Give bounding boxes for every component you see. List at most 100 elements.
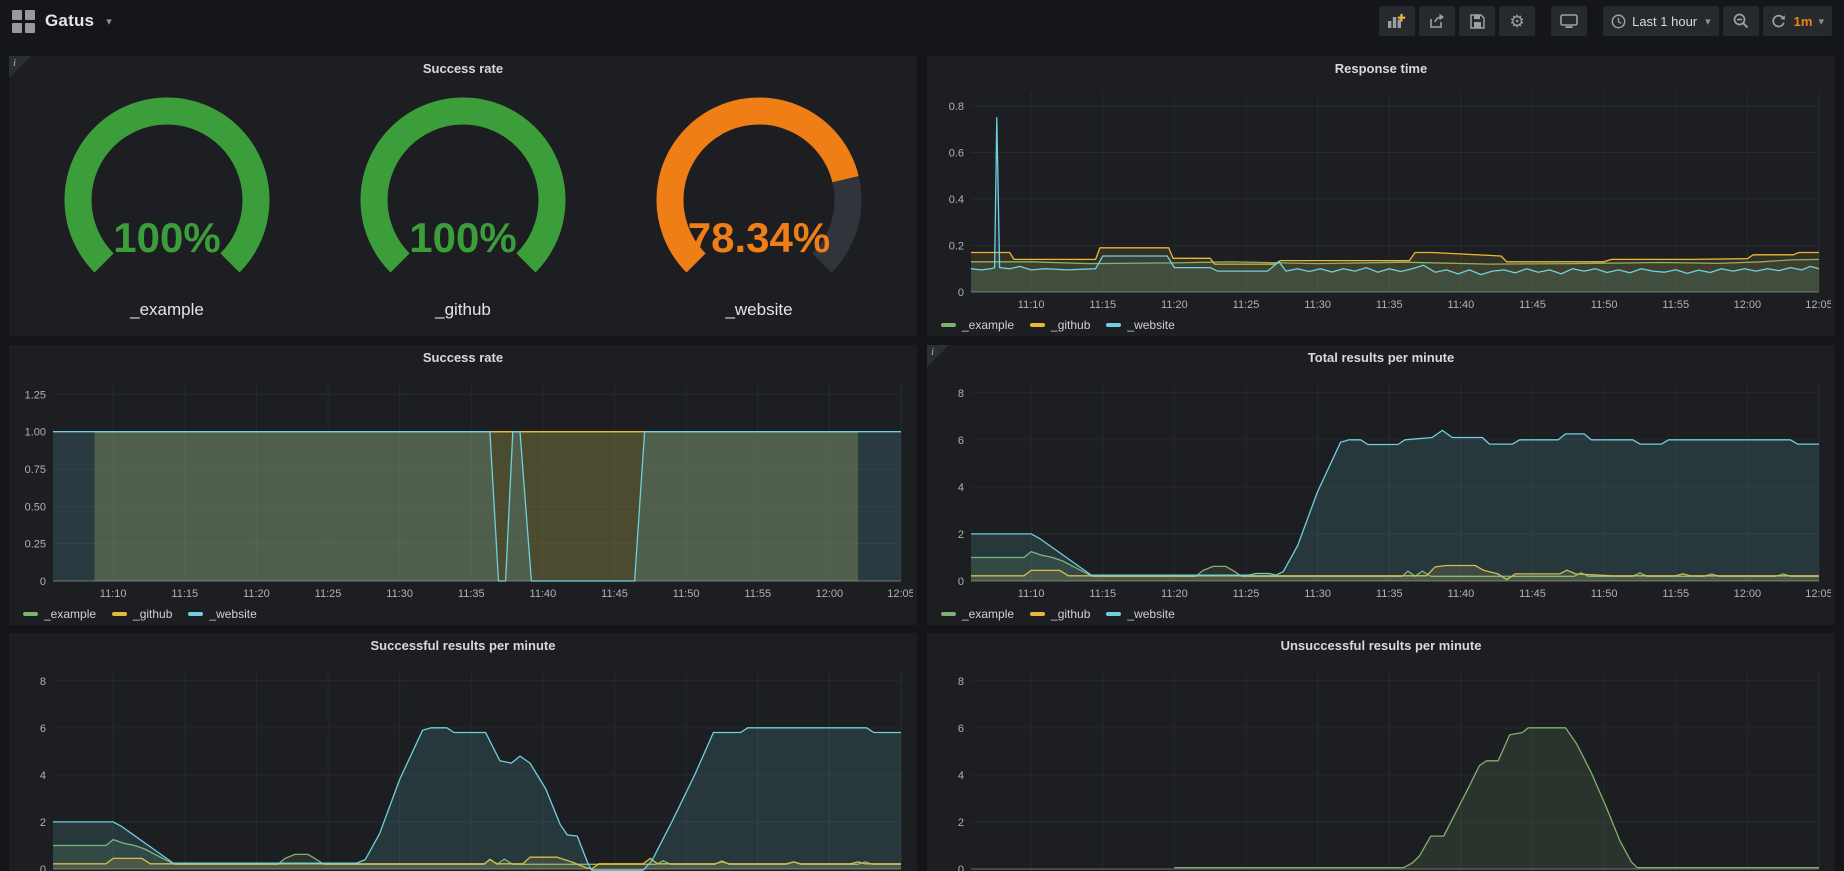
settings-button[interactable]: ⚙ bbox=[1499, 6, 1535, 36]
panel-info-icon[interactable]: i bbox=[927, 345, 949, 367]
panel-title[interactable]: Success rate bbox=[9, 345, 917, 371]
panel-title[interactable]: Response time bbox=[927, 56, 1835, 82]
svg-text:8: 8 bbox=[958, 388, 964, 400]
svg-text:100%: 100% bbox=[113, 214, 220, 261]
svg-text:4: 4 bbox=[958, 770, 964, 782]
add-panel-button[interactable] bbox=[1379, 6, 1415, 36]
zoom-out-icon bbox=[1733, 13, 1749, 29]
refresh-interval-label: 1m bbox=[1794, 14, 1813, 29]
save-button[interactable] bbox=[1459, 6, 1495, 36]
total-results-chart[interactable]: 11:1011:1511:2011:2511:3011:3511:4011:45… bbox=[931, 371, 1831, 603]
gauge-arc: 78.34% bbox=[633, 92, 885, 298]
svg-text:6: 6 bbox=[40, 723, 46, 735]
svg-text:0.2: 0.2 bbox=[949, 240, 964, 252]
panel-unsuccessful-results: Unsuccessful results per minute 11:1011:… bbox=[927, 633, 1835, 871]
svg-text:11:10: 11:10 bbox=[1018, 299, 1045, 311]
svg-text:8: 8 bbox=[40, 676, 46, 688]
save-icon bbox=[1470, 14, 1485, 29]
legend-label: _example bbox=[962, 607, 1014, 621]
legend-item-example[interactable]: _example bbox=[941, 607, 1014, 621]
response-time-chart[interactable]: 11:1011:1511:2011:2511:3011:3511:4011:45… bbox=[931, 82, 1831, 314]
svg-text:0: 0 bbox=[958, 287, 964, 299]
legend-item-github[interactable]: _github bbox=[1030, 607, 1090, 621]
legend-swatch bbox=[188, 612, 203, 616]
legend-item-example[interactable]: _example bbox=[941, 318, 1014, 332]
svg-text:11:15: 11:15 bbox=[171, 588, 198, 600]
success-rate-chart[interactable]: 11:1011:1511:2011:2511:3011:3511:4011:45… bbox=[13, 371, 913, 603]
time-range-picker[interactable]: Last 1 hour ▾ bbox=[1603, 6, 1719, 36]
svg-text:1.25: 1.25 bbox=[25, 389, 46, 401]
svg-text:2: 2 bbox=[958, 817, 964, 829]
svg-text:11:10: 11:10 bbox=[1018, 588, 1045, 600]
chart-area[interactable]: 11:1011:1511:2011:2511:3011:3511:4011:45… bbox=[927, 82, 1835, 314]
refresh-picker[interactable]: 1m ▾ bbox=[1763, 6, 1832, 36]
clock-icon bbox=[1611, 14, 1626, 29]
panel-successful-results: Successful results per minute 11:1011:15… bbox=[9, 633, 917, 871]
chart-legend: _example _github _website bbox=[9, 603, 917, 625]
unsuccessful-results-chart[interactable]: 11:1011:1511:2011:2511:3011:3511:4011:45… bbox=[931, 659, 1831, 871]
panel-title[interactable]: Success rate bbox=[9, 56, 917, 82]
panel-response-time: Response time 11:1011:1511:2011:2511:301… bbox=[927, 56, 1835, 336]
svg-text:78.34%: 78.34% bbox=[688, 214, 830, 261]
legend-item-website[interactable]: _website bbox=[188, 607, 256, 621]
legend-label: _website bbox=[209, 607, 256, 621]
tv-monitor-icon bbox=[1560, 13, 1578, 29]
chart-area[interactable]: 11:1011:1511:2011:2511:3011:3511:4011:45… bbox=[9, 371, 917, 603]
legend-swatch bbox=[1106, 612, 1121, 616]
gauge-arc: 100% bbox=[337, 92, 589, 298]
refresh-icon bbox=[1771, 14, 1786, 29]
navbar: Gatus ▾ bbox=[0, 0, 1844, 42]
svg-text:0.4: 0.4 bbox=[949, 194, 964, 206]
gear-icon: ⚙ bbox=[1509, 13, 1524, 30]
svg-text:0.50: 0.50 bbox=[25, 501, 46, 513]
svg-text:11:15: 11:15 bbox=[1089, 588, 1116, 600]
svg-text:8: 8 bbox=[958, 676, 964, 688]
legend-swatch bbox=[1030, 323, 1045, 327]
dashboard-title-button[interactable]: Gatus ▾ bbox=[12, 10, 112, 33]
legend-swatch bbox=[941, 612, 956, 616]
successful-results-chart[interactable]: 11:1011:1511:2011:2511:3011:3511:4011:45… bbox=[13, 659, 913, 871]
tv-mode-button[interactable] bbox=[1551, 6, 1587, 36]
svg-text:11:40: 11:40 bbox=[1448, 299, 1475, 311]
svg-text:0.6: 0.6 bbox=[949, 147, 964, 159]
legend-item-website[interactable]: _website bbox=[1106, 607, 1174, 621]
panel-title[interactable]: Successful results per minute bbox=[9, 633, 917, 659]
chart-area[interactable]: 11:1011:1511:2011:2511:3011:3511:4011:45… bbox=[9, 659, 917, 871]
legend-item-website[interactable]: _website bbox=[1106, 318, 1174, 332]
svg-text:11:25: 11:25 bbox=[1233, 588, 1260, 600]
svg-text:6: 6 bbox=[958, 723, 964, 735]
grafana-logo-icon[interactable] bbox=[12, 10, 35, 33]
legend-item-example[interactable]: _example bbox=[23, 607, 96, 621]
svg-text:11:20: 11:20 bbox=[1161, 588, 1188, 600]
dashboard-title[interactable]: Gatus bbox=[45, 11, 94, 31]
panel-title[interactable]: Unsuccessful results per minute bbox=[927, 633, 1835, 659]
svg-text:0.25: 0.25 bbox=[25, 539, 46, 551]
legend-swatch bbox=[941, 323, 956, 327]
svg-text:11:55: 11:55 bbox=[1662, 299, 1689, 311]
legend-item-github[interactable]: _github bbox=[112, 607, 172, 621]
zoom-out-button[interactable] bbox=[1723, 6, 1759, 36]
svg-text:11:35: 11:35 bbox=[458, 588, 485, 600]
svg-text:11:20: 11:20 bbox=[1161, 299, 1188, 311]
svg-text:11:35: 11:35 bbox=[1376, 299, 1403, 311]
svg-text:0: 0 bbox=[958, 864, 964, 871]
chart-area[interactable]: 11:1011:1511:2011:2511:3011:3511:4011:45… bbox=[927, 659, 1835, 871]
share-button[interactable] bbox=[1419, 6, 1455, 36]
svg-text:2: 2 bbox=[958, 529, 964, 541]
svg-text:6: 6 bbox=[958, 435, 964, 447]
share-icon bbox=[1429, 13, 1445, 29]
panel-success-rate-gauges: i Success rate 100% _example 100% _githu… bbox=[9, 56, 917, 336]
legend-item-github[interactable]: _github bbox=[1030, 318, 1090, 332]
gauge-group: 100% _example 100% _github 78.34% _websi… bbox=[9, 82, 917, 336]
svg-text:4: 4 bbox=[40, 770, 46, 782]
panel-info-icon[interactable]: i bbox=[9, 56, 31, 78]
panel-title[interactable]: Total results per minute bbox=[927, 345, 1835, 371]
svg-text:4: 4 bbox=[958, 482, 964, 494]
chart-area[interactable]: 11:1011:1511:2011:2511:3011:3511:4011:45… bbox=[927, 371, 1835, 603]
svg-text:100%: 100% bbox=[409, 214, 516, 261]
svg-text:0: 0 bbox=[40, 864, 46, 871]
svg-text:12:00: 12:00 bbox=[1734, 588, 1762, 600]
dashboard: Gatus ▾ bbox=[0, 0, 1844, 871]
svg-text:11:30: 11:30 bbox=[1304, 588, 1331, 600]
svg-text:11:40: 11:40 bbox=[1448, 588, 1475, 600]
